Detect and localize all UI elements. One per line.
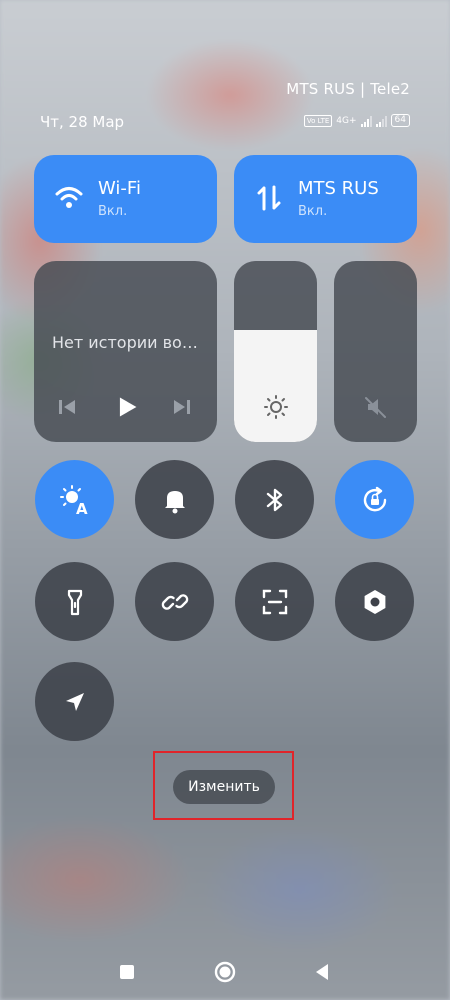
hex-nut-icon: [364, 589, 385, 614]
location-arrow-icon: [65, 692, 84, 711]
signal-icon-1: [360, 115, 372, 127]
previous-track-icon[interactable]: [56, 396, 78, 418]
auto-brightness-icon: A: [59, 484, 88, 516]
sun-icon: [264, 395, 288, 419]
bluetooth-toggle[interactable]: [235, 460, 314, 539]
battery-icon: 64: [390, 114, 410, 127]
media-text: Нет истории во…: [52, 333, 198, 352]
recent-apps-icon[interactable]: [115, 960, 139, 984]
highlight-box: [153, 751, 294, 820]
next-track-icon[interactable]: [171, 396, 193, 418]
bell-icon: [164, 490, 185, 513]
status-icons: Vo LTE 4G+ 64: [303, 114, 410, 127]
wifi-state: Вкл.: [98, 204, 128, 219]
operator-names: MTS RUS | Tele2: [286, 80, 410, 98]
link-toggle[interactable]: [135, 562, 214, 641]
date-label: Чт, 28 Мар: [40, 113, 125, 131]
play-icon[interactable]: [114, 394, 140, 420]
mobile-data-state: Вкл.: [298, 204, 328, 219]
flashlight-toggle[interactable]: [35, 562, 114, 641]
wifi-title: Wi-Fi: [98, 178, 141, 199]
bluetooth-icon: [266, 488, 282, 511]
mobile-data-tile[interactable]: MTS RUS Вкл.: [234, 155, 417, 243]
back-icon[interactable]: [310, 960, 334, 984]
volume-slider[interactable]: [334, 261, 417, 442]
home-icon[interactable]: [213, 960, 237, 984]
brightness-slider[interactable]: [234, 261, 317, 442]
svg-text:A: A: [76, 500, 88, 516]
flashlight-icon: [67, 589, 82, 615]
mobile-data-title: MTS RUS: [298, 178, 379, 199]
wifi-icon: [55, 187, 83, 208]
location-toggle[interactable]: [35, 662, 114, 741]
network-type: 4G+: [336, 115, 357, 126]
scan-icon: [262, 589, 287, 614]
wifi-tile[interactable]: Wi-Fi Вкл.: [34, 155, 217, 243]
scanner-toggle[interactable]: [235, 562, 314, 641]
rotation-lock-icon: [363, 486, 386, 511]
data-transfer-icon: [257, 185, 281, 211]
rotation-lock-toggle[interactable]: [335, 460, 414, 539]
navigation-bar: [0, 950, 450, 994]
signal-icon-2: [375, 115, 387, 127]
brightness-fill: [234, 329, 317, 442]
sound-toggle[interactable]: [135, 460, 214, 539]
auto-brightness-toggle[interactable]: A: [35, 460, 114, 539]
volte-icon: Vo LTE: [303, 114, 333, 127]
settings-toggle[interactable]: [335, 562, 414, 641]
media-player-tile[interactable]: Нет истории во…: [34, 261, 217, 442]
link-icon: [161, 593, 188, 610]
mute-icon: [365, 397, 386, 418]
